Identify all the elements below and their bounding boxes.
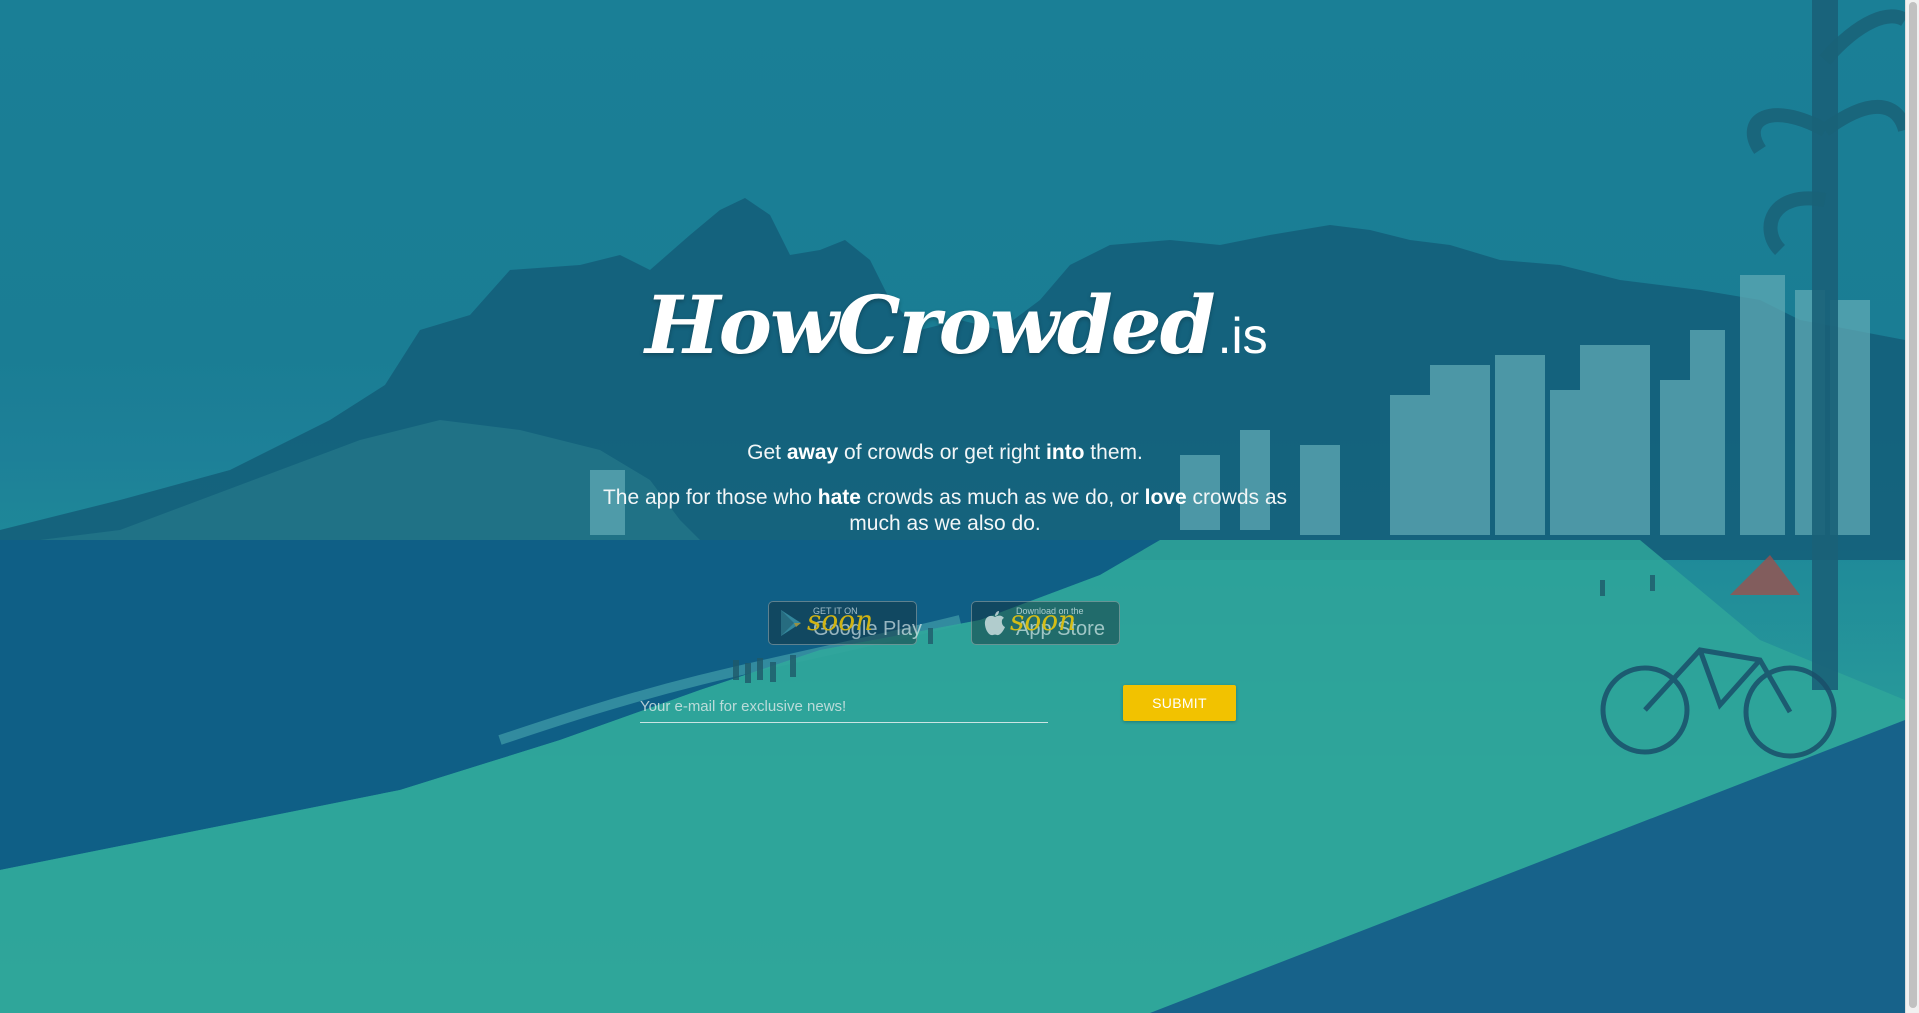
app-description: The app for those who hate crowds as muc… [600,485,1290,537]
vertical-scrollbar[interactable] [1905,0,1919,1013]
scrollbar-thumb[interactable] [1909,2,1917,1008]
description-emphasis-hate: hate [817,486,861,509]
tagline-emphasis-into: into [1045,441,1085,464]
brand-logo: HowCrowded.is [645,278,1268,388]
logo-script-text: HowCrowded [645,278,1216,372]
email-input[interactable] [640,686,1048,722]
apple-icon [984,611,1005,636]
app-store-badge[interactable]: Download on the App Store soon [971,601,1120,645]
description-emphasis-love: love [1144,486,1187,509]
submit-button[interactable]: SUBMIT [1123,685,1236,721]
tagline: Get away of crowds or get right into the… [600,439,1290,467]
tagline-text: them. [1084,441,1143,464]
app-store-soon-label: soon [1010,604,1077,637]
tagline-text: Get [747,441,787,464]
hero-background: HowCrowded.is Get away of crowds or get … [0,0,1905,1013]
description-text: The app for those who [602,486,818,509]
email-field-wrapper [640,686,1048,723]
google-play-icon [781,610,801,636]
hero-content: HowCrowded.is Get away of crowds or get … [0,0,1905,1013]
description-text: crowds as much as we do, or [860,486,1145,509]
tagline-emphasis-away: away [786,441,839,464]
google-play-soon-label: soon [807,604,874,637]
logo-suffix-text: .is [1217,308,1268,364]
google-play-badge[interactable]: GET IT ON Google Play soon [768,601,922,645]
tagline-text: of crowds or get right [838,441,1046,464]
